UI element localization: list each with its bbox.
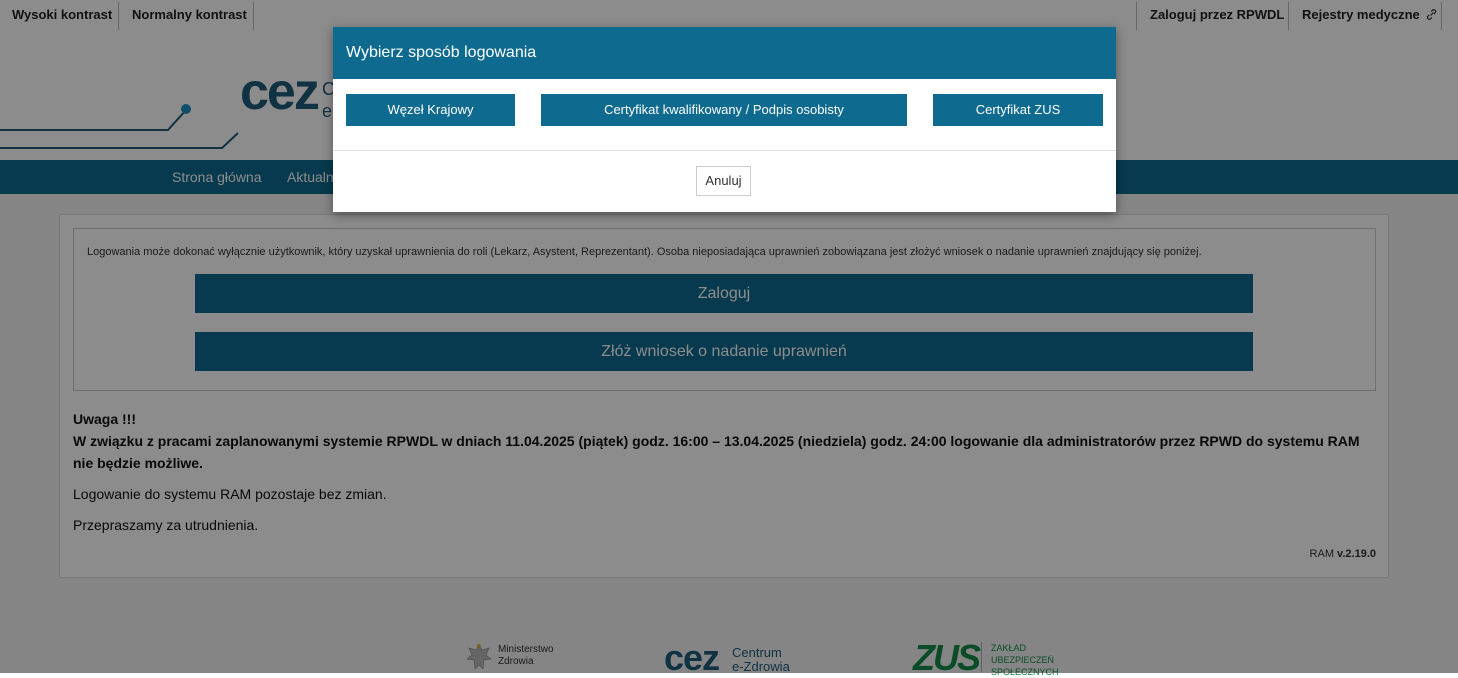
national-node-button[interactable]: Węzeł Krajowy xyxy=(346,94,515,126)
login-method-modal: Wybierz sposób logowania Węzeł Krajowy C… xyxy=(333,27,1116,212)
zus-certificate-button[interactable]: Certyfikat ZUS xyxy=(933,94,1103,126)
cancel-button[interactable]: Anuluj xyxy=(696,166,751,196)
qualified-certificate-button[interactable]: Certyfikat kwalifikowany / Podpis osobis… xyxy=(541,94,907,126)
modal-header: Wybierz sposób logowania xyxy=(333,27,1116,79)
modal-divider xyxy=(333,150,1116,151)
modal-title: Wybierz sposób logowania xyxy=(346,44,537,61)
page: Wysoki kontrast Normalny kontrast Zalogu… xyxy=(0,0,1458,677)
